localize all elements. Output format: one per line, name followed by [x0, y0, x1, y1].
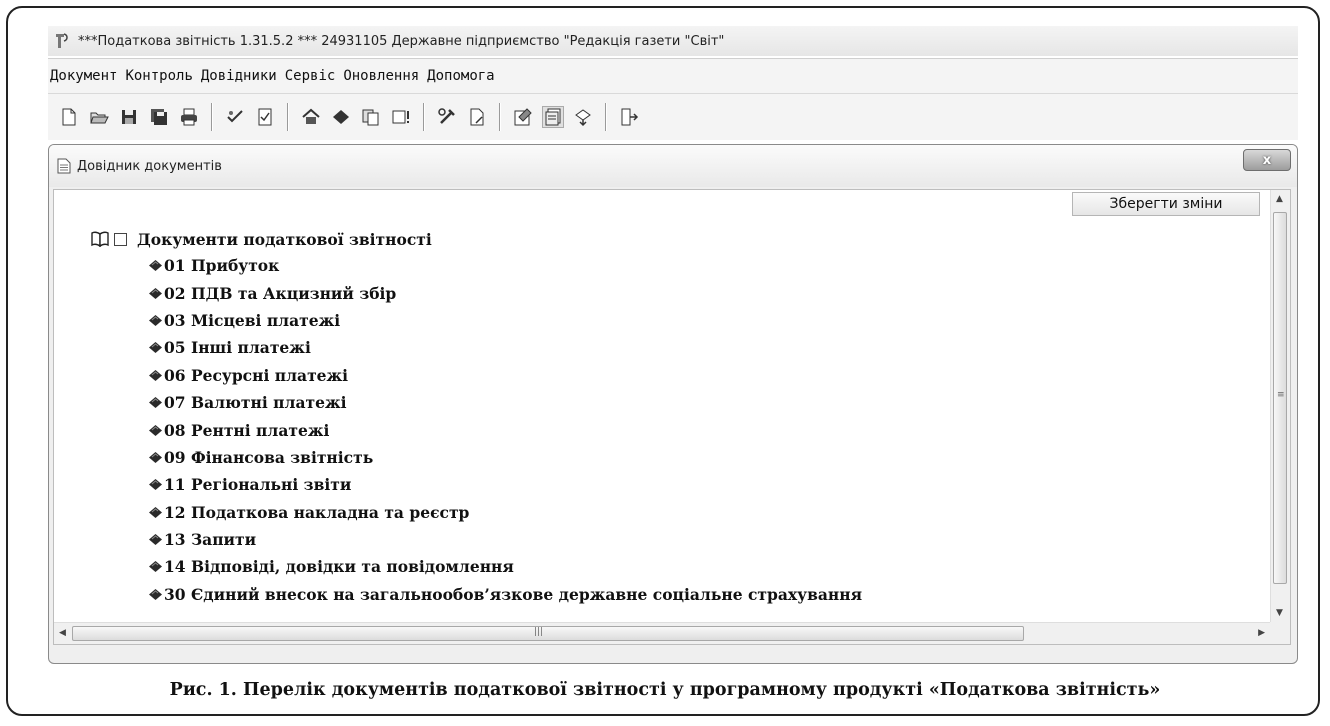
scroll-grip-icon: |||	[534, 627, 544, 637]
tree-item[interactable]: 30 Єдиний внесок на загальнообов’язкове …	[90, 581, 862, 608]
open-icon[interactable]	[88, 106, 110, 128]
pill-icon	[149, 342, 162, 354]
close-button[interactable]: x	[1243, 149, 1291, 171]
tree-item-label: 01 Прибуток	[164, 256, 280, 276]
toolbar-separator	[423, 103, 425, 131]
form-icon[interactable]	[542, 106, 564, 128]
tree-item[interactable]: 07 Валютні платежі	[90, 389, 862, 416]
tree-item-label: 14 Відповіді, довідки та повідомлення	[164, 557, 514, 577]
tree-item[interactable]: 13 Запити	[90, 526, 862, 553]
horizontal-scroll-thumb[interactable]	[72, 626, 1024, 641]
tree-root-checkbox[interactable]	[114, 232, 127, 246]
scroll-grip-icon: ≡	[1277, 390, 1285, 400]
tree-root-label: Документи податкової звітності	[137, 229, 432, 249]
exit-icon[interactable]	[618, 106, 640, 128]
pill-icon	[149, 534, 162, 546]
check-icon[interactable]	[224, 106, 246, 128]
tree-item-label: 08 Рентні платежі	[164, 420, 330, 440]
tree-item-label: 06 Ресурсні платежі	[164, 365, 349, 385]
save-icon[interactable]	[118, 106, 140, 128]
toolbar-separator	[499, 103, 501, 131]
documents-directory-window: Довідник документів x Зберегти зміни Док…	[48, 144, 1298, 664]
update-icon[interactable]	[572, 106, 594, 128]
scroll-up-icon[interactable]: ▲	[1276, 194, 1283, 204]
vertical-scrollbar[interactable]: ▲ ≡ ▼	[1270, 190, 1290, 622]
scroll-right-icon[interactable]: ▶	[1258, 628, 1265, 638]
tree-item-label: 05 Інші платежі	[164, 338, 311, 358]
horizontal-scrollbar[interactable]: ◀ ||| ▶	[54, 622, 1270, 644]
book-icon	[91, 231, 109, 247]
menu-control[interactable]: Контроль	[125, 68, 192, 84]
properties-icon[interactable]	[512, 106, 534, 128]
document-tree: Документи податкової звітності 01 Прибут…	[90, 226, 862, 608]
menu-update[interactable]: Оновлення	[343, 68, 419, 84]
print-icon[interactable]	[178, 106, 200, 128]
window-title: ***Податкова звітність 1.31.5.2 *** 2493…	[78, 33, 725, 49]
tree-item[interactable]: 05 Інші платежі	[90, 334, 862, 361]
toolbar	[48, 94, 1298, 140]
pill-icon	[149, 260, 162, 272]
toolbar-separator	[287, 103, 289, 131]
tree-item[interactable]: 03 Місцеві платежі	[90, 307, 862, 334]
menu-directories[interactable]: Довідники	[201, 68, 277, 84]
menu-document[interactable]: Документ	[50, 68, 117, 84]
tree-panel: Зберегти зміни Документи податкової звіт…	[53, 189, 1291, 645]
menu-service[interactable]: Сервіс	[285, 68, 336, 84]
tree-item[interactable]: 11 Регіональні звіти	[90, 471, 862, 498]
pill-icon	[149, 506, 162, 518]
tree-item-label: 13 Запити	[164, 530, 257, 550]
report-icon[interactable]	[254, 106, 276, 128]
dialog-title: Довідник документів	[77, 158, 222, 174]
toolbar-separator	[605, 103, 607, 131]
close-icon: x	[1262, 152, 1272, 168]
new-icon[interactable]	[58, 106, 80, 128]
scroll-corner	[1270, 622, 1290, 644]
pill-icon	[149, 451, 162, 463]
document-icon	[57, 158, 71, 174]
app-icon	[56, 33, 68, 48]
pill-icon	[149, 397, 162, 409]
tree-item[interactable]: 14 Відповіді, довідки та повідомлення	[90, 553, 862, 580]
menu-help[interactable]: Допомога	[427, 68, 494, 84]
tree-item-label: 02 ПДВ та Акцизний збір	[164, 283, 397, 303]
window-titlebar: ***Податкова звітність 1.31.5.2 *** 2493…	[48, 26, 1298, 56]
save-changes-button[interactable]: Зберегти зміни	[1072, 192, 1260, 216]
menu-bar: Документ Контроль Довідники Сервіс Оновл…	[48, 58, 1298, 94]
pill-icon[interactable]	[330, 106, 352, 128]
tree-item-label: 11 Регіональні звіти	[164, 475, 352, 495]
tree-item-label: 03 Місцеві платежі	[164, 310, 341, 330]
save-all-icon[interactable]	[148, 106, 170, 128]
tree-root[interactable]: Документи податкової звітності	[90, 226, 862, 252]
dialog-titlebar: Довідник документів x	[49, 145, 1297, 187]
tree-item[interactable]: 02 ПДВ та Акцизний збір	[90, 279, 862, 306]
tree-item-label: 12 Податкова накладна та реєстр	[164, 502, 470, 522]
scroll-left-icon[interactable]: ◀	[59, 628, 66, 638]
pill-icon	[149, 561, 162, 573]
document-icon[interactable]	[466, 106, 488, 128]
pill-icon	[149, 314, 162, 326]
tree-item[interactable]: 01 Прибуток	[90, 252, 862, 279]
tree-item[interactable]: 12 Податкова накладна та реєстр	[90, 499, 862, 526]
pill-icon	[149, 369, 162, 381]
pill-icon	[149, 424, 162, 436]
tree-item-label: 07 Валютні платежі	[164, 393, 347, 413]
pill-icon	[149, 479, 162, 491]
tree-item-label: 09 Фінансова звітність	[164, 447, 374, 467]
tree-item[interactable]: 06 Ресурсні платежі	[90, 362, 862, 389]
figure-caption: Рис. 1. Перелік документів податкової зв…	[169, 680, 1161, 700]
scroll-down-icon[interactable]: ▼	[1276, 608, 1283, 618]
warning-icon[interactable]	[390, 106, 412, 128]
tools-icon[interactable]	[436, 106, 458, 128]
tree-item[interactable]: 09 Фінансова звітність	[90, 444, 862, 471]
copy-icon[interactable]	[360, 106, 382, 128]
home-icon[interactable]	[300, 106, 322, 128]
tree-item-label: 30 Єдиний внесок на загальнообов’язкове …	[164, 584, 863, 604]
pill-icon	[149, 287, 162, 299]
tree-item[interactable]: 08 Рентні платежі	[90, 416, 862, 443]
pill-icon	[149, 588, 162, 600]
toolbar-separator	[211, 103, 213, 131]
